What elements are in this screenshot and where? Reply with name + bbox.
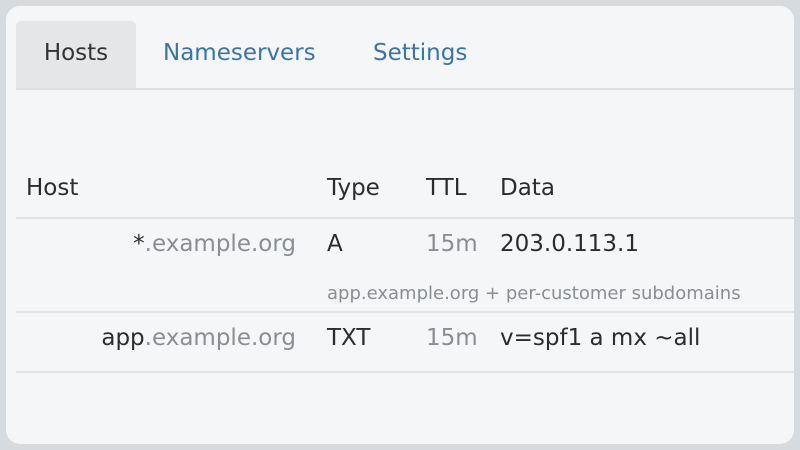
row-divider — [16, 311, 794, 313]
host-domain: .example.org — [144, 325, 296, 351]
column-header-type: Type — [327, 175, 380, 201]
header-divider — [16, 217, 794, 219]
tab-bar: Hosts Nameservers Settings — [16, 21, 794, 90]
ttl-cell: 15m — [426, 231, 478, 257]
host-cell: app.example.org — [101, 325, 296, 351]
host-cell: *.example.org — [133, 231, 296, 257]
ttl-cell: 15m — [426, 325, 478, 351]
tab-nameservers[interactable]: Nameservers — [163, 21, 316, 88]
type-cell: A — [327, 231, 343, 257]
tab-hosts[interactable]: Hosts — [16, 21, 136, 88]
host-prefix: * — [133, 231, 145, 257]
column-header-host: Host — [26, 175, 79, 201]
tab-settings[interactable]: Settings — [373, 21, 467, 88]
dns-panel: Hosts Nameservers Settings Host Type TTL… — [6, 6, 794, 444]
data-cell: v=spf1 a mx ~all — [500, 325, 701, 351]
record-note: app.example.org + per-customer subdomain… — [327, 283, 741, 304]
column-header-data: Data — [500, 175, 555, 201]
type-cell: TXT — [327, 325, 371, 351]
host-domain: .example.org — [144, 231, 296, 257]
data-cell: 203.0.113.1 — [500, 231, 639, 257]
column-header-ttl: TTL — [426, 175, 467, 201]
host-prefix: app — [101, 325, 145, 351]
row-divider — [16, 371, 794, 373]
